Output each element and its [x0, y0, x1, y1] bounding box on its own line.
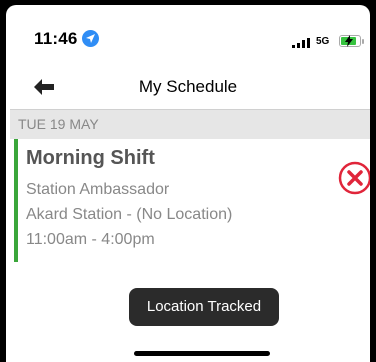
shift-accent-bar	[14, 139, 18, 262]
charging-bolt-icon	[345, 35, 353, 47]
cancel-circle-icon[interactable]	[338, 161, 370, 195]
cellular-signal-icon	[292, 38, 310, 48]
device-frame: 11:46 5G My Schedule TUE 19 MAY Morning …	[0, 0, 376, 362]
app-screen: 11:46 5G My Schedule TUE 19 MAY Morning …	[6, 5, 370, 362]
status-bar: 11:46 5G	[6, 5, 370, 48]
shift-location: Akard Station - (No Location)	[26, 206, 233, 223]
page-title: My Schedule	[138, 77, 238, 96]
status-time: 11:46	[34, 29, 78, 48]
network-type: 5G	[316, 36, 330, 47]
shift-card[interactable]: Morning Shift Station Ambassador Akard S…	[10, 139, 370, 262]
shift-role: Station Ambassador	[26, 181, 170, 198]
toast-message: Location Tracked	[129, 288, 279, 326]
home-indicator[interactable]	[134, 351, 270, 356]
date-header: TUE 19 MAY	[10, 110, 370, 139]
battery-cap	[362, 39, 364, 44]
shift-title: Morning Shift	[26, 147, 155, 169]
battery-icon	[339, 35, 361, 47]
shift-time-range: 11:00am - 4:00pm	[26, 231, 155, 248]
nav-bar: My Schedule	[6, 65, 370, 109]
location-arrow-icon	[82, 30, 99, 47]
